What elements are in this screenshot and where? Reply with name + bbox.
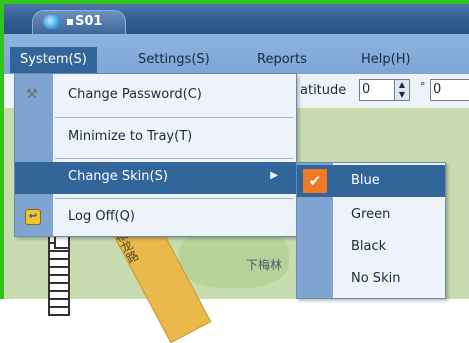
menu-separator (55, 198, 293, 199)
square-icon (67, 19, 73, 25)
menu-reports[interactable]: Reports (247, 47, 317, 73)
menu-item-label: Minimize to Tray(T) (68, 129, 193, 144)
menu-settings[interactable]: Settings(S) (128, 47, 220, 73)
system-menu-dropdown: ⚒ Change Password(C) Minimize to Tray(T)… (14, 73, 297, 237)
degree-symbol: ° (420, 80, 426, 93)
skin-option-no-skin[interactable]: No Skin (297, 263, 445, 295)
log-off-icon: ↩ (25, 209, 41, 225)
latitude-label: atitude (300, 83, 347, 98)
checkmark-icon: ✔ (303, 169, 327, 193)
latitude-minutes-input[interactable]: 0 (430, 79, 469, 101)
skin-option-label: No Skin (351, 271, 401, 286)
menu-item-label: Change Password(C) (68, 87, 202, 102)
skin-option-black[interactable]: Black (297, 231, 445, 263)
menu-separator (55, 158, 293, 159)
title-tab[interactable]: S01 (32, 10, 126, 34)
menu-item-label: Log Off(Q) (68, 209, 135, 224)
skin-option-label: Blue (351, 173, 380, 188)
menu-bar: System(S) Settings(S) Reports Help(H) (4, 34, 469, 74)
skin-option-green[interactable]: Green (297, 199, 445, 231)
menu-item-label: Change Skin(S) (68, 169, 168, 184)
submenu-arrow-icon: ▶ (270, 170, 278, 181)
key-icon: ⚒ (26, 87, 38, 102)
map-place-label: 下梅林 (246, 258, 283, 272)
title-tab-label: S01 (75, 14, 103, 29)
menu-item-log-off[interactable]: ↩ Log Off(Q) (15, 202, 296, 234)
menu-separator (55, 117, 293, 118)
menu-help[interactable]: Help(H) (351, 47, 421, 73)
menu-system[interactable]: System(S) (10, 47, 97, 73)
skin-option-label: Green (351, 207, 391, 222)
app-logo-icon (43, 15, 61, 29)
menu-item-change-skin[interactable]: Change Skin(S) ▶ (15, 162, 296, 194)
skin-submenu: ✔ Blue Green Black No Skin (296, 162, 446, 299)
menu-item-change-password[interactable]: ⚒ Change Password(C) (15, 80, 296, 112)
menu-item-minimize-to-tray[interactable]: Minimize to Tray(T) (15, 122, 296, 154)
skin-option-label: Black (351, 239, 387, 254)
skin-option-blue[interactable]: ✔ Blue (297, 165, 445, 197)
latitude-degrees-input[interactable]: 0 (359, 79, 395, 101)
latitude-degrees-spinner[interactable]: ▲ ▼ (394, 79, 410, 101)
title-bar: S01 (4, 4, 469, 34)
